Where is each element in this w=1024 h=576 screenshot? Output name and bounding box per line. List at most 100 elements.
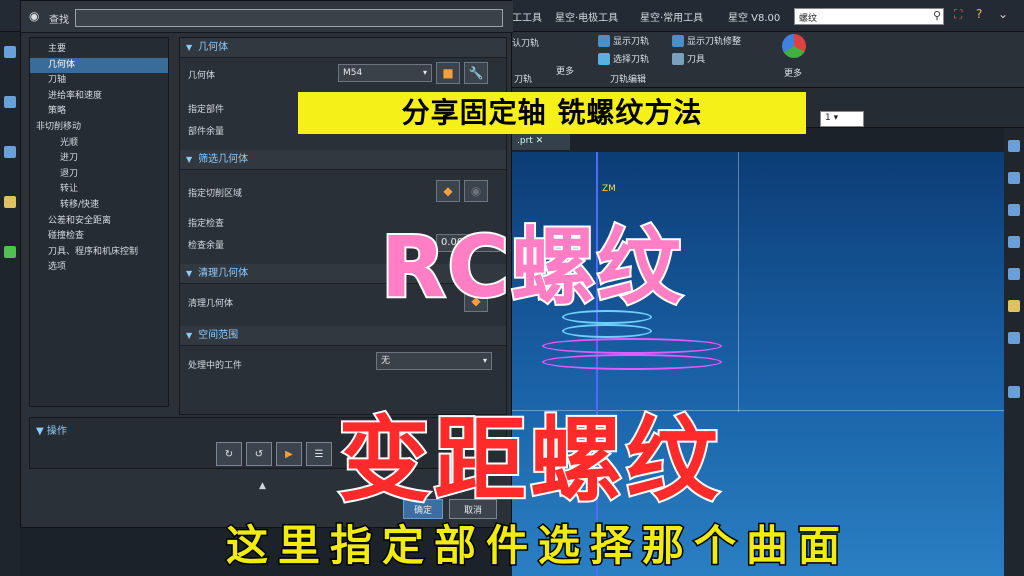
navigator-icon[interactable] [4, 196, 16, 208]
tree-item[interactable]: 转让 [30, 182, 168, 197]
tree-item-label: 选项 [48, 262, 67, 273]
tree-item[interactable]: 非切削移动 [30, 120, 168, 135]
ribbon-item-more-1[interactable]: 更多 [556, 64, 574, 77]
tree-item[interactable]: 光顺 [30, 136, 168, 151]
navigator-icon[interactable] [4, 46, 16, 58]
navigator-icon[interactable] [4, 246, 16, 258]
geometry-label: 几何体 [188, 71, 216, 81]
binoculars-icon: ◉ [29, 9, 40, 23]
chevron-down-icon[interactable]: ⌄ [998, 7, 1008, 21]
part-stock-label: 部件余量 [188, 127, 225, 137]
expand-icon[interactable]: ▲ [259, 481, 266, 491]
helix-path [542, 354, 722, 370]
tree-item[interactable]: 主要 [30, 42, 168, 57]
section-space[interactable]: ▼ 空间范围 [180, 326, 506, 346]
dialog-header: ◉ 查找 [21, 1, 513, 33]
new-geometry-icon: ■ [442, 66, 454, 80]
navigator-icon[interactable] [4, 146, 16, 158]
collapse-icon: ▼ [186, 331, 193, 340]
find-input[interactable] [75, 9, 503, 27]
ribbon-item-more-2[interactable]: 更多 [784, 66, 802, 79]
ribbon-item-path[interactable]: 刀轨 [514, 72, 532, 85]
caption-top: 分享固定轴 铣螺纹方法 [298, 92, 806, 134]
caption-rc-thread: RC螺纹 [379, 216, 684, 318]
resource-icon[interactable] [1008, 332, 1020, 344]
tree-item-label: 刀轴 [48, 75, 67, 86]
tree-item-label: 转移/快速 [60, 200, 100, 210]
part-label: 指定部件 [188, 105, 225, 115]
tool-icon [672, 52, 684, 65]
ribbon-tab-tools[interactable]: 工工具 [512, 9, 542, 24]
tree-item-label: 进刀 [60, 153, 79, 164]
helix-path [562, 324, 652, 338]
select-icon [598, 52, 610, 65]
collapse-icon: ▼ [36, 426, 44, 437]
collapse-icon: ▼ [186, 155, 193, 164]
geometry-select[interactable]: M54 ▾ [338, 64, 432, 82]
replay-button[interactable]: ↺ [246, 442, 272, 466]
ribbon-item-path-edit[interactable]: 刀轨编辑 [610, 72, 646, 85]
ipw-label: 处理中的工件 [188, 361, 243, 371]
resource-icon[interactable] [1008, 386, 1020, 398]
tree-item[interactable]: 刀具、程序和机床控制 [30, 245, 168, 260]
edit-geometry-button[interactable]: 🔧 [464, 62, 488, 84]
ribbon-item-tool[interactable]: 刀具 [672, 52, 705, 65]
tree-item[interactable]: 碰撞检查 [30, 229, 168, 244]
help-icon[interactable]: ? [976, 7, 982, 21]
show-cut-region-button[interactable]: ◉ [464, 180, 488, 202]
tree-item-label: 退刀 [60, 168, 79, 179]
tree-item[interactable]: 转移/快速 [30, 198, 168, 213]
replay-icon: ↺ [254, 448, 264, 460]
generate-icon: ↻ [224, 448, 234, 460]
right-resource-bar [1004, 128, 1024, 576]
tree-item[interactable]: 刀轴 [30, 73, 168, 88]
chevron-down-icon: ▾ [422, 68, 427, 77]
check-stock-label: 检查余量 [188, 241, 225, 251]
resource-icon[interactable] [1008, 140, 1020, 152]
resource-icon[interactable] [1008, 236, 1020, 248]
tree-item-label: 转让 [60, 184, 79, 195]
ribbon-item-show-trim[interactable]: 显示刀轨修整 [672, 34, 741, 47]
resource-icon[interactable] [1008, 172, 1020, 184]
layer-combo[interactable]: 1 ▾ [820, 111, 864, 127]
ipw-select[interactable]: 无 ▾ [376, 352, 492, 370]
ribbon-tab-version[interactable]: 星空 V8.00 [728, 9, 780, 24]
tree-item[interactable]: 退刀 [30, 167, 168, 182]
tree-item[interactable]: 公差和安全距离 [30, 214, 168, 229]
resource-icon[interactable] [1008, 204, 1020, 216]
cut-region-button[interactable]: ◆ [436, 180, 460, 202]
resource-icon[interactable] [1008, 268, 1020, 280]
dialog-tree: 主要几何体刀轴进给率和速度 策略 非切削移动 光顺进刀退刀转让转移/快速公差和安全距离… [29, 37, 169, 407]
left-navigator-strip [0, 32, 20, 576]
ribbon-item-show-path[interactable]: 显示刀轨 [598, 34, 649, 47]
viewport-tab[interactable]: .prt ✕ [512, 134, 570, 150]
ribbon-item-confirm-path[interactable]: 认刀轨 [512, 36, 539, 49]
command-search-input[interactable]: 螺纹 ⚲ [794, 8, 944, 25]
resource-icon[interactable] [1008, 300, 1020, 312]
cut-region-label: 指定切削区域 [188, 189, 243, 199]
restore-icon[interactable]: ⛶ [954, 7, 962, 22]
generate-button[interactable]: ↻ [216, 442, 242, 466]
tree-item[interactable]: 进刀 [30, 151, 168, 166]
caption-bottom: 这里指定部件选择那个曲面 [224, 520, 850, 572]
tree-item[interactable]: 选项 [30, 260, 168, 275]
tree-item[interactable]: 策略 [30, 104, 168, 119]
tree-item[interactable]: 几何体 [30, 57, 168, 73]
navigator-icon[interactable] [4, 96, 16, 108]
color-wheel-icon[interactable] [782, 34, 806, 58]
section-filter[interactable]: ▼ 筛选几何体 [180, 150, 506, 170]
tree-item-label: 公差和安全距离 [48, 215, 112, 226]
search-icon[interactable]: ⚲ [933, 9, 941, 22]
tree-item-label: 刀具、程序和机床控制 [48, 246, 139, 257]
tree-item[interactable]: 进给率和速度 [30, 89, 168, 104]
section-geometry[interactable]: ▼ 几何体 [180, 38, 506, 58]
operations-title[interactable]: ▼ 操作 [36, 422, 67, 437]
ribbon-toolbar: 认刀轨 显示刀轨 显示刀轨修整 选择刀轨 刀具 更多 刀轨编辑 更多 刀轨 [512, 32, 1024, 88]
cut-region-icon: ◆ [443, 184, 453, 198]
new-geometry-button[interactable]: ■ [436, 62, 460, 84]
ribbon-tab-electrode[interactable]: 星空·电极工具 [555, 9, 618, 24]
ribbon-tab-common[interactable]: 星空·常用工具 [640, 9, 703, 24]
ribbon-item-select-path[interactable]: 选择刀轨 [598, 52, 649, 65]
path-icon [598, 34, 610, 47]
tree-item-label: 主要 [48, 44, 67, 54]
